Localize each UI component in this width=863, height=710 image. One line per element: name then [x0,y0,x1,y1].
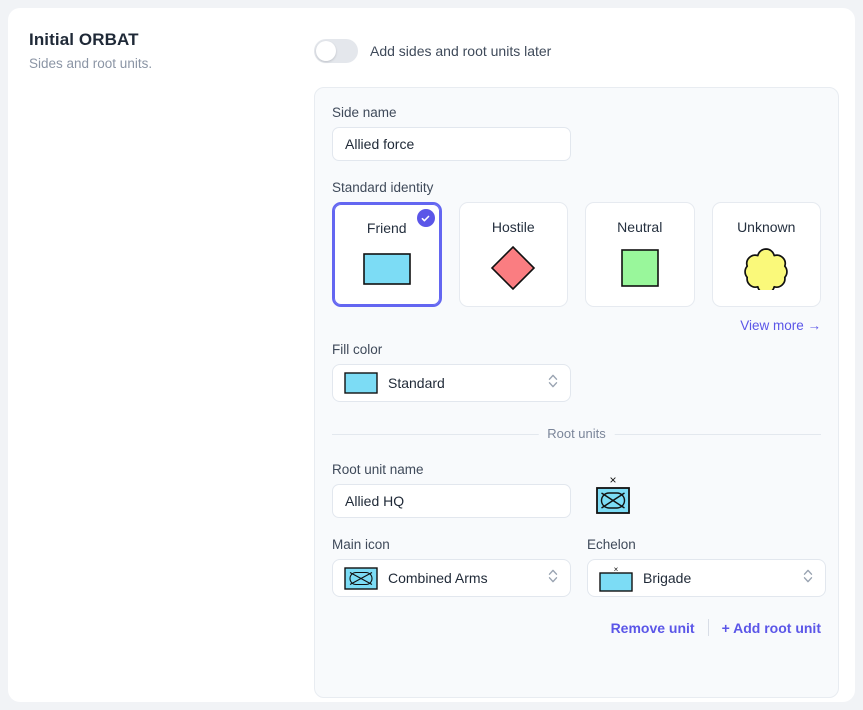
toggle-knob [316,41,336,61]
identity-option-hostile[interactable]: Hostile [459,202,569,307]
add-sides-later-label: Add sides and root units later [370,43,551,59]
side-settings-panel: Side name Standard identity Friend [314,87,839,698]
root-unit-name-input[interactable] [332,484,571,518]
neutral-square-icon [621,246,659,290]
side-name-field: Side name [332,105,821,161]
section-header: Initial ORBAT Sides and root units. [29,30,279,71]
check-icon [417,209,435,227]
identity-option-label: Friend [367,220,407,236]
root-unit-name-field: Root unit name [332,462,571,518]
main-icon-label: Main icon [332,537,571,552]
identity-option-label: Neutral [617,219,662,235]
identity-option-label: Hostile [492,219,535,235]
hostile-diamond-icon [490,246,536,290]
unknown-cloverleaf-icon [744,246,788,290]
identity-option-friend[interactable]: Friend [332,202,442,307]
chevron-updown-icon [802,567,814,590]
identity-option-unknown[interactable]: Unknown [712,202,822,307]
side-name-input[interactable] [332,127,571,161]
friend-rectangle-icon [363,247,411,291]
brigade-echelon-icon: × [599,564,635,592]
fill-color-field: Fill color Standard [332,342,821,402]
standard-identity-options: Friend Hostile Neutral [332,202,821,307]
echelon-field: Echelon × Brigade [587,537,826,597]
add-later-toggle-row: Add sides and root units later [314,39,551,63]
root-unit-row: Root unit name × [332,462,821,518]
fill-color-swatch-icon [344,372,380,394]
add-root-unit-button[interactable]: + Add root unit [722,620,821,636]
icon-echelon-row: Main icon Combined Arms [332,537,821,597]
echelon-select[interactable]: × Brigade [587,559,826,597]
identity-option-label: Unknown [737,219,795,235]
main-icon-field: Main icon Combined Arms [332,537,571,597]
main-icon-value: Combined Arms [388,570,547,586]
echelon-label: Echelon [587,537,826,552]
fill-color-value: Standard [388,375,547,391]
identity-option-neutral[interactable]: Neutral [585,202,695,307]
orbat-card: Initial ORBAT Sides and root units. Add … [8,8,855,702]
divider-label: Root units [538,426,615,441]
fill-color-label: Fill color [332,342,821,357]
svg-text:×: × [609,473,616,487]
root-unit-symbol-preview[interactable]: × [589,472,637,518]
main-icon-select[interactable]: Combined Arms [332,559,571,597]
fill-color-select[interactable]: Standard [332,364,571,402]
chevron-updown-icon [547,567,559,590]
standard-identity-label: Standard identity [332,180,821,195]
echelon-value: Brigade [643,570,802,586]
chevron-updown-icon [547,372,559,395]
unit-actions: Remove unit + Add root unit [332,619,821,636]
view-more-link[interactable]: View more → [332,318,821,333]
root-unit-name-label: Root unit name [332,462,571,477]
combined-arms-icon [344,567,380,590]
standard-identity-field: Standard identity Friend Hostile [332,180,821,333]
side-name-label: Side name [332,105,821,120]
add-sides-later-toggle[interactable] [314,39,358,63]
section-subtitle: Sides and root units. [29,56,279,71]
root-units-divider: Root units [332,426,821,442]
remove-unit-button[interactable]: Remove unit [611,620,695,636]
page-title: Initial ORBAT [29,30,279,50]
action-divider [708,619,709,636]
